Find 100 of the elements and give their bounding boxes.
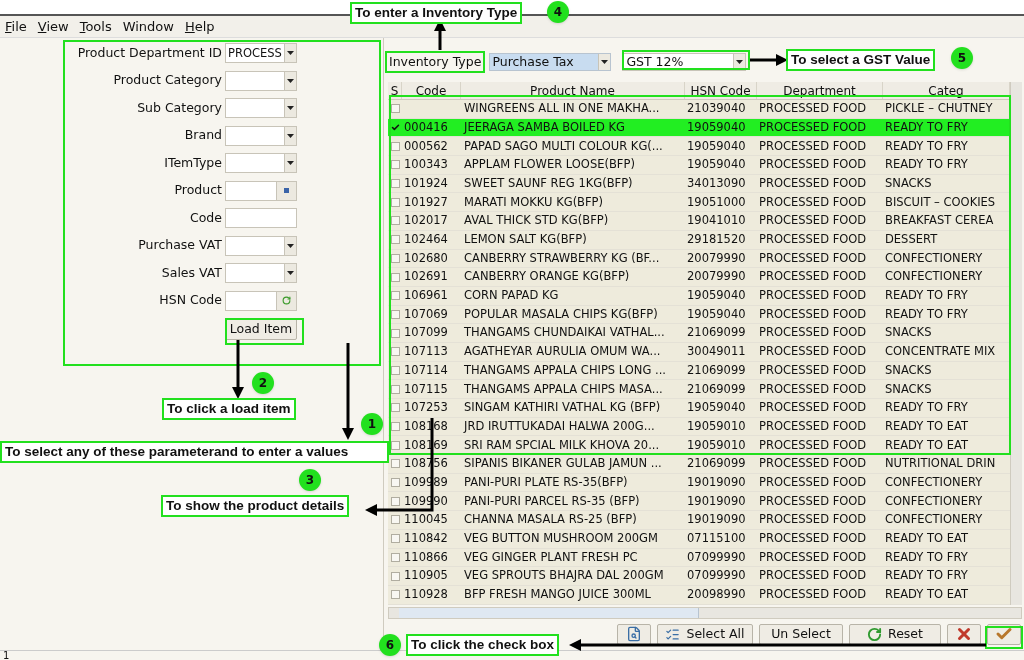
menu-item[interactable]: View (37, 16, 69, 37)
row-checkbox[interactable] (390, 552, 400, 562)
table-row[interactable]: WINGREENS ALL IN ONE MAKHA... 21039040 PROCESSED FOOD PICKLE – CHUTNEY (388, 100, 1010, 119)
dropdown-field[interactable] (225, 263, 297, 283)
table-cell-text: 107069 (403, 305, 449, 323)
row-checkbox[interactable] (390, 515, 400, 525)
row-checkbox[interactable] (390, 459, 400, 469)
table-cell-text: PROCESSED FOOD (758, 156, 868, 174)
dropdown-button[interactable] (284, 44, 296, 62)
scrollbar[interactable] (388, 606, 1022, 619)
lookup-button[interactable] (276, 181, 296, 200)
row-checkbox[interactable] (390, 309, 400, 319)
row-checkbox[interactable] (390, 534, 400, 544)
menu-item[interactable]: File (5, 16, 27, 37)
dropdown-button[interactable] (284, 99, 296, 117)
column-header[interactable]: Product Name (461, 82, 685, 99)
row-checkbox[interactable] (390, 104, 400, 114)
table-cell-text: JRD IRUTTUKADAI HALWA 200G... (462, 417, 656, 435)
dropdown-button[interactable] (284, 264, 296, 282)
table-cell-text: PROCESSED FOOD (758, 473, 868, 491)
row-checkbox[interactable] (390, 478, 400, 488)
row-checkbox[interactable] (390, 590, 400, 600)
row-checkbox[interactable] (390, 160, 400, 170)
row-checkbox[interactable] (390, 291, 400, 301)
dropdown-button[interactable] (284, 71, 296, 90)
row-checkbox[interactable] (390, 272, 400, 282)
table-cell-text: 110866 (403, 548, 449, 566)
dropdown-field[interactable] (225, 125, 297, 146)
table-row[interactable]: 110045 CHANNA MASALA RS-25 (BFP) 19019090 PROCESSED FOOD CONFECTIONERY (388, 511, 1010, 530)
table-cell-text: PROCESSED FOOD (758, 343, 868, 361)
dropdown-field[interactable] (225, 235, 297, 256)
dropdown-field[interactable] (225, 98, 297, 118)
unselect-button[interactable]: Un Select (759, 623, 843, 645)
table-cell-text: 110045 (403, 511, 449, 529)
row-checkbox[interactable] (390, 365, 400, 375)
row-checkbox[interactable] (390, 235, 400, 245)
row-checkbox[interactable] (390, 571, 400, 581)
table-cell-text: 19059010 (686, 417, 747, 435)
table-cell-text: READY TO FRY (884, 567, 969, 585)
table-row[interactable]: 110905 VEG SPROUTS BHAJRA DAL 200GM 07099990 PROCESSED FOOD READY TO FRY (388, 567, 1010, 586)
table-cell-text: APPLAM FLOWER LOOSE(BFP) (463, 156, 636, 174)
row-checkbox[interactable] (390, 253, 400, 263)
table-cell-text: CORN PAPAD KG (463, 287, 560, 305)
column-header[interactable]: HSN Code (685, 82, 757, 99)
reset-button[interactable]: Reset (849, 623, 941, 645)
table-row[interactable]: 100343 APPLAM FLOWER LOOSE(BFP) 19059040 PROCESSED FOOD READY TO FRY (388, 156, 1010, 175)
row-checkbox[interactable] (390, 197, 400, 207)
row-checkbox[interactable] (390, 384, 400, 394)
table-cell-text: PROCESSED FOOD (758, 436, 868, 454)
cancel-button[interactable] (947, 623, 981, 645)
annotation-label: To click the check box (406, 634, 560, 656)
menu-item[interactable]: Help (184, 16, 215, 37)
caret-icon (287, 78, 294, 83)
row-checkbox[interactable] (390, 179, 400, 189)
menu-item[interactable]: Window (122, 16, 174, 37)
input-field[interactable] (225, 208, 297, 228)
row-checkbox[interactable] (390, 496, 400, 506)
table-row[interactable]: 000562 PAPAD SAGO MULTI COLOUR KG(... 19059040 PROCESSED FOOD READY TO FRY (388, 137, 1010, 157)
refresh-button[interactable] (276, 291, 296, 310)
menu-item[interactable]: Tools (79, 16, 112, 37)
row-checkbox[interactable] (390, 347, 400, 357)
column-header[interactable]: S (388, 82, 402, 99)
preview-button[interactable] (617, 623, 651, 645)
table-cell-text: PANI-PURI PLATE RS-35(BFP) (463, 473, 629, 491)
row-checkbox[interactable] (390, 440, 400, 450)
dropdown-button[interactable] (284, 154, 296, 172)
table-cell-text: CONFECTIONERY (884, 249, 984, 267)
row-checkbox[interactable] (390, 422, 400, 432)
table-cell-text: BISCUIT – COOKIES (884, 193, 997, 211)
table-cell-text: READY TO EAT (884, 530, 970, 548)
confirm-button[interactable] (987, 623, 1021, 645)
inventory-type-dropdown[interactable]: Purchase Tax (489, 53, 612, 71)
row-checkbox[interactable] (390, 216, 400, 226)
row-checkbox[interactable] (390, 328, 400, 338)
table-row[interactable]: 102691 CANBERRY ORANGE KG(BFP) 20079990 PROCESSED FOOD CONFECTIONERY (388, 268, 1010, 287)
step-number: 2 (252, 372, 274, 394)
dropdown-field[interactable] (225, 153, 297, 173)
row-checkbox[interactable] (390, 123, 400, 133)
column-header[interactable]: Code (402, 82, 461, 99)
table-row[interactable]: 102017 AVAL THICK STD KG(BFP) 19041010 PROCESSED FOOD BREAKFAST CEREA (388, 212, 1010, 231)
row-checkbox[interactable] (390, 141, 400, 151)
row-checkbox[interactable] (390, 403, 400, 413)
select-all-button[interactable]: Select All (657, 623, 753, 645)
input-field[interactable] (225, 290, 297, 311)
dropdown-button[interactable] (598, 54, 611, 70)
dropdown-button[interactable] (284, 126, 296, 145)
table-cell-text: PROCESSED FOOD (758, 586, 868, 604)
table-row[interactable]: 107099 THANGAMS CHUNDAIKAI VATHAL... 21069099 PROCESSED FOOD SNACKS (388, 324, 1010, 343)
table-cell-text: SNACKS (884, 361, 933, 379)
table-cell-text: 19059040 (686, 305, 747, 323)
column-header[interactable]: Department (757, 82, 883, 99)
dropdown-button[interactable] (284, 236, 296, 255)
table-row[interactable]: 101927 MARATI MOKKU KG(BFP) 19051000 PROCESSED FOOD BISCUIT – COOKIES (388, 193, 1010, 213)
dropdown-field[interactable]: PROCESS (225, 43, 297, 63)
table-row[interactable]: 107115 THANGAMS APPALA CHIPS MASA... 21069099 PROCESSED FOOD SNACKS (388, 380, 1010, 399)
table-row[interactable]: 107253 SINGAM KATHIRI VATHAL KG (BFP) 19059040 PROCESSED FOOD READY TO FRY (388, 399, 1010, 418)
annotation-label: To enter a Inventory Type (350, 2, 523, 24)
input-field[interactable] (225, 180, 297, 201)
dropdown-field[interactable] (225, 70, 297, 91)
table-cell-text: PROCESSED FOOD (758, 268, 868, 286)
